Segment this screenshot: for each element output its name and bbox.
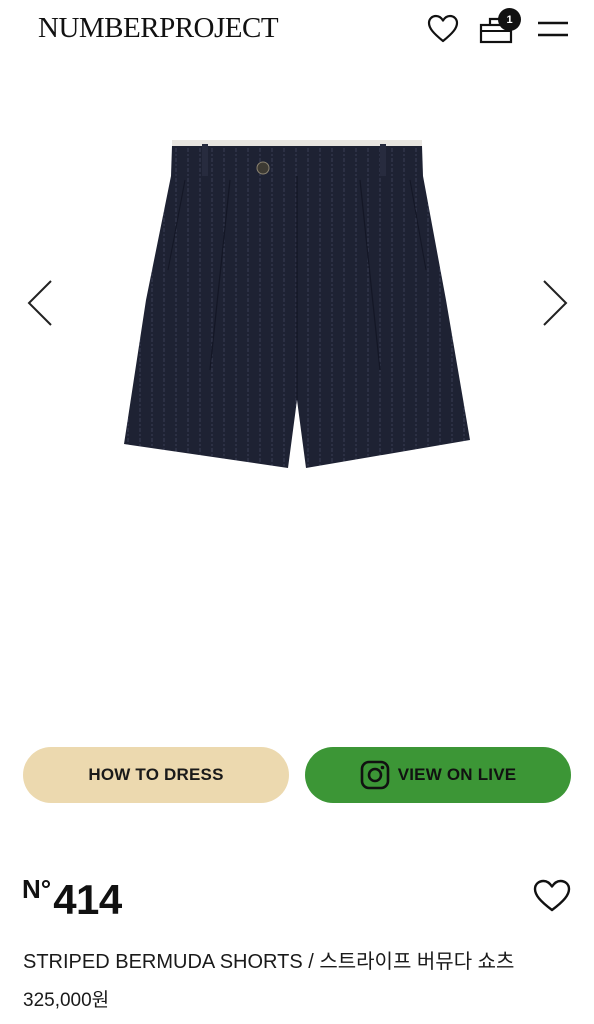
how-to-dress-label: HOW TO DRESS — [88, 765, 224, 784]
product-number-value: 414 — [53, 876, 122, 923]
site-header: NUMBERPROJECT 1 — [0, 0, 594, 60]
heart-icon — [533, 879, 571, 912]
view-on-live-button[interactable]: VIEW ON LIVE — [305, 747, 571, 803]
view-on-live-label: VIEW ON LIVE — [397, 765, 517, 784]
chevron-left-icon — [27, 280, 52, 326]
how-to-dress-button[interactable]: HOW TO DRESS — [23, 747, 289, 803]
wishlist-button[interactable] — [426, 12, 460, 46]
product-name: STRIPED BERMUDA SHORTS / 스트라이프 버뮤다 쇼츠 — [23, 951, 515, 973]
hamburger-menu-icon — [538, 21, 568, 37]
gallery-prev-button[interactable] — [20, 275, 60, 331]
chevron-right-icon — [543, 280, 568, 326]
product-wishlist-button[interactable] — [530, 874, 574, 918]
site-logo[interactable]: NUMBERPROJECT — [38, 12, 279, 45]
product-price: 325,000원 — [23, 990, 110, 1011]
instagram-icon — [360, 760, 390, 790]
product-image — [124, 140, 470, 468]
heart-icon — [427, 14, 459, 43]
product-number: N° 414 — [22, 874, 122, 924]
product-gallery[interactable] — [0, 70, 594, 710]
menu-button[interactable] — [536, 12, 570, 46]
product-number-prefix: N° — [22, 874, 52, 904]
cart-count-badge: 1 — [498, 8, 521, 31]
gallery-next-button[interactable] — [535, 275, 575, 331]
